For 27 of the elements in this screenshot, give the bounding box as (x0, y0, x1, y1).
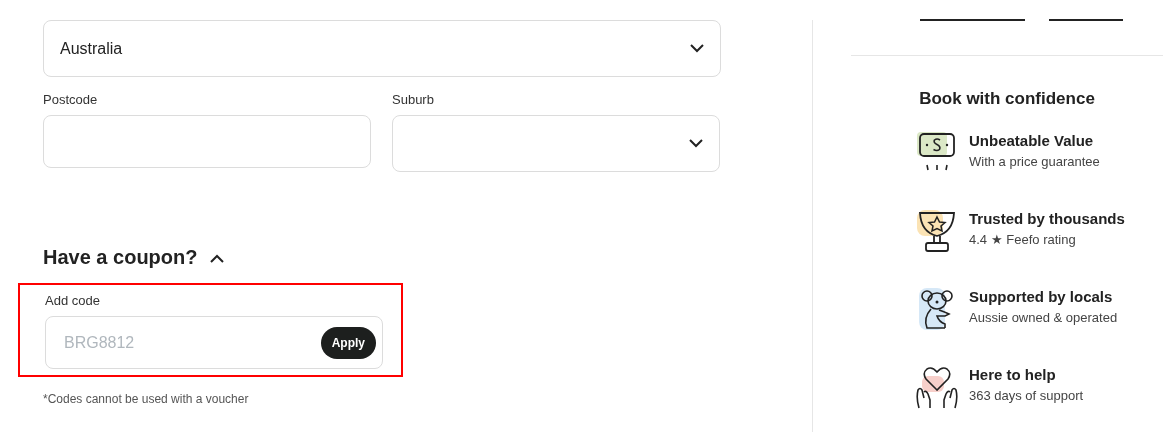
postcode-field[interactable] (43, 115, 371, 168)
apply-button[interactable]: Apply (320, 326, 376, 359)
suburb-select[interactable] (392, 115, 720, 172)
postcode-label: Postcode (43, 92, 99, 107)
trophy-icon (917, 210, 957, 254)
feature-subtitle: Aussie owned & operated (969, 310, 1118, 325)
chevron-icon (690, 44, 704, 53)
country-select[interactable]: Australia (43, 20, 721, 77)
feature-title: Here to help (969, 366, 1057, 383)
koala-icon (919, 288, 955, 332)
section-title: Book with confidence (918, 89, 1096, 109)
feature-title: Unbeatable Value (969, 132, 1095, 149)
feature-subtitle: With a price guarantee (969, 154, 1100, 169)
chevron-icon (689, 139, 703, 148)
code-field[interactable]: BRG8812 Apply (45, 316, 383, 369)
suburb-label: Suburb (392, 92, 435, 107)
country-value: Australia (60, 39, 123, 58)
feature-title: Trusted by thousands (969, 210, 1125, 227)
coupon-note: *Codes cannot be used with a voucher (43, 392, 250, 406)
banknote-icon (917, 132, 957, 172)
coupon-heading[interactable]: Have a coupon? (43, 246, 198, 269)
feature-subtitle: 363 days of support (969, 388, 1084, 403)
chevron-icon (210, 253, 225, 263)
feature-title: Supported by locals (969, 288, 1114, 305)
code-label: Add code (45, 293, 101, 308)
heart-hands-icon (916, 366, 958, 410)
feature-subtitle: 4.4 ★ Feefo rating (969, 232, 1077, 247)
